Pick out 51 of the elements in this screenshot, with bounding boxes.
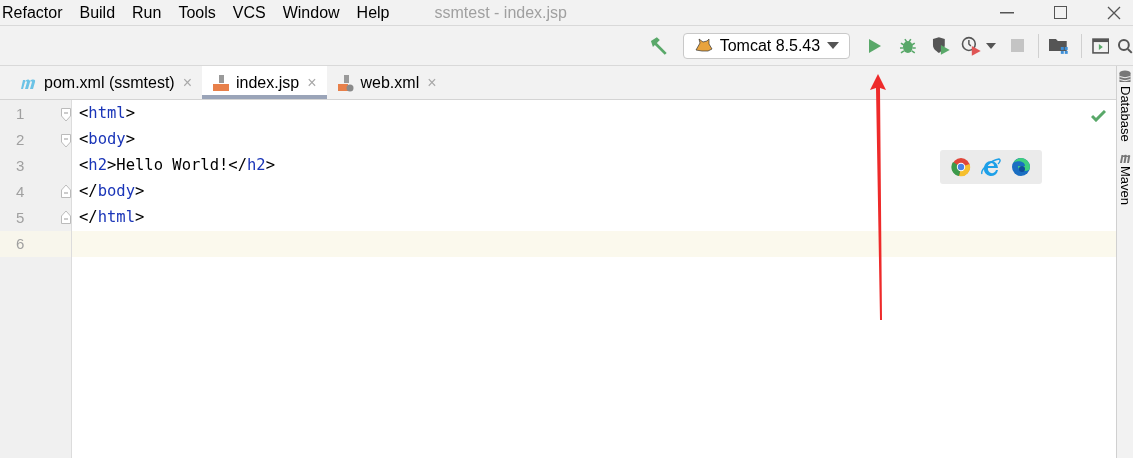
database-icon[interactable] [1119, 70, 1131, 84]
menu-item[interactable]: Help [356, 0, 390, 25]
window-title: ssmtest - index.jsp [434, 2, 567, 23]
run-configuration-dropdown[interactable]: Tomcat 8.5.43 [682, 32, 851, 59]
check-icon [1091, 110, 1106, 122]
side-panel-tab[interactable]: Database [1117, 86, 1133, 142]
code-line: </body> [79, 181, 145, 203]
code-line: <html> [79, 103, 135, 125]
editor-tab[interactable]: web.xml × [326, 66, 447, 99]
edge-icon[interactable] [1011, 157, 1031, 177]
code-line: <body> [79, 129, 135, 151]
bug-icon[interactable] [899, 36, 917, 55]
fold-marker-icon[interactable] [61, 210, 71, 224]
close-icon[interactable] [1107, 5, 1121, 20]
line-number: 2 [16, 129, 25, 150]
run-icon[interactable] [868, 37, 883, 54]
folder-grid-icon[interactable] [1048, 36, 1069, 55]
maximize-icon[interactable] [1054, 6, 1067, 19]
clock-run-icon[interactable] [960, 35, 983, 56]
line-number: 3 [16, 155, 25, 176]
fold-marker-icon[interactable] [61, 184, 71, 198]
search-icon[interactable] [1117, 37, 1133, 54]
m-letter-icon[interactable] [1119, 153, 1131, 164]
fold-marker-icon[interactable] [61, 108, 71, 122]
code-line: <h2>Hello World!</h2> [79, 155, 275, 177]
fold-marker-icon[interactable] [61, 134, 71, 148]
shield-run-icon[interactable] [930, 35, 951, 56]
line-number: 5 [16, 207, 25, 228]
minimize-icon[interactable] [1000, 11, 1014, 14]
menu-item[interactable]: Refactor [2, 0, 63, 25]
menu-item[interactable]: Build [79, 0, 116, 25]
run-configuration-label: Tomcat 8.5.43 [719, 35, 821, 56]
caret-icon[interactable] [986, 42, 997, 49]
code-line: </html> [79, 207, 145, 229]
xml-file-icon [336, 73, 355, 92]
editor-tab[interactable]: index.jsp × [202, 66, 327, 99]
line-number: 6 [16, 233, 25, 254]
dropdown-caret-icon [827, 42, 840, 49]
editor-tab[interactable]: pom.xml (ssmtest) × [10, 66, 202, 99]
internet-explorer-icon[interactable] [981, 157, 1001, 177]
line-number: 1 [16, 103, 25, 124]
menu-item[interactable]: VCS [232, 0, 266, 25]
stop-icon [1011, 39, 1024, 52]
side-panel-tab[interactable]: Maven [1117, 165, 1133, 205]
chrome-icon[interactable] [951, 157, 971, 177]
menu-item[interactable]: Run [132, 0, 162, 25]
jsp-file-icon [212, 73, 230, 92]
menu-item[interactable]: Tools [178, 0, 216, 25]
terminal-icon[interactable] [1091, 37, 1110, 54]
line-number: 4 [16, 181, 25, 202]
menu-item[interactable]: Window [282, 0, 340, 25]
